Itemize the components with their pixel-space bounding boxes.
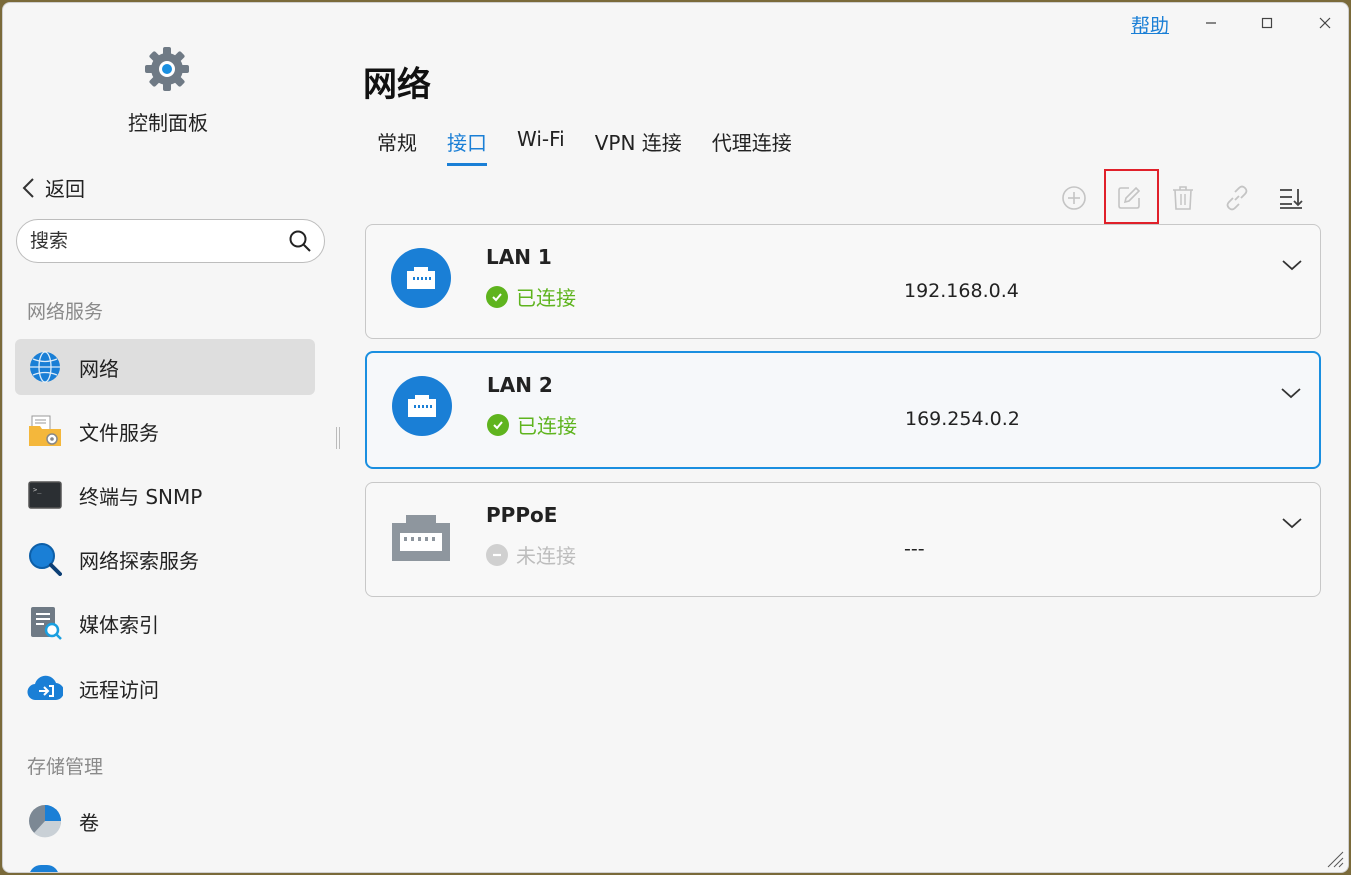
tab-interface[interactable]: 接口 <box>447 127 487 166</box>
volume-pie-icon <box>27 803 63 839</box>
interface-status-label: 已连接 <box>516 286 576 310</box>
chevron-down-icon[interactable] <box>1279 381 1303 405</box>
svg-text:>_: >_ <box>33 486 42 494</box>
resize-grip-icon[interactable] <box>1326 850 1344 868</box>
interface-name: PPPoE <box>486 503 558 527</box>
section-label-network-services: 网络服务 <box>27 301 104 323</box>
minus-circle-icon <box>486 543 508 566</box>
sidebar-item-network-discovery[interactable]: 网络探索服务 <box>15 531 315 587</box>
interface-ip: --- <box>904 538 925 560</box>
sidebar-item-label: 终端与 SNMP <box>79 484 203 509</box>
minimize-icon <box>1206 22 1216 24</box>
sort-icon <box>1280 189 1303 209</box>
sidebar-item-volume[interactable]: 卷 <box>15 793 315 849</box>
sidebar-item-network[interactable]: 网络 <box>15 339 315 395</box>
sidebar: 控制面板 返回 网络服务 网络 文件服务 >_ 终端与 SNMP <box>3 3 338 872</box>
interface-ip: 192.168.0.4 <box>904 280 1019 302</box>
link-icon <box>1226 185 1248 211</box>
interface-status-label: 未连接 <box>516 544 576 568</box>
page-title: 网络 <box>363 65 431 105</box>
ethernet-port-icon <box>391 248 451 308</box>
tab-general[interactable]: 常规 <box>377 127 417 166</box>
folder-icon <box>27 413 63 449</box>
sidebar-item-label: 文件服务 <box>79 420 159 445</box>
terminal-icon: >_ <box>27 477 63 513</box>
control-panel-window: 帮助 控制面板 返回 搜索 网络服务 网络 文件服务 >_ 终端与 SNMP 网… <box>2 2 1349 873</box>
media-index-icon <box>27 605 63 641</box>
close-button[interactable] <box>1305 9 1345 37</box>
maximize-icon <box>1261 17 1273 29</box>
next-item-icon-partial <box>29 865 59 872</box>
search-icon[interactable] <box>288 229 312 253</box>
close-icon <box>1319 17 1331 29</box>
sidebar-splitter[interactable] <box>336 427 340 449</box>
sidebar-item-label: 卷 <box>79 810 99 835</box>
minimize-button[interactable] <box>1191 9 1231 37</box>
gear-icon <box>145 47 189 91</box>
search-box[interactable] <box>16 219 325 263</box>
link-button[interactable] <box>1218 179 1256 217</box>
edit-button-highlight <box>1104 169 1159 224</box>
delete-button[interactable] <box>1164 179 1202 217</box>
sidebar-item-remote-access[interactable]: 远程访问 <box>15 660 315 716</box>
maximize-button[interactable] <box>1247 9 1287 37</box>
interface-status: 已连接 <box>486 282 576 311</box>
interface-card-lan2[interactable]: LAN 2 已连接 169.254.0.2 <box>365 351 1321 469</box>
chevron-down-icon[interactable] <box>1280 253 1304 277</box>
sidebar-item-label: 网络 <box>79 356 119 381</box>
delete-icon <box>1173 186 1193 210</box>
check-circle-icon <box>486 285 508 308</box>
chevron-down-icon[interactable] <box>1280 511 1304 535</box>
back-label: 返回 <box>45 177 85 201</box>
cloud-access-icon <box>27 670 63 706</box>
tab-proxy[interactable]: 代理连接 <box>712 127 792 166</box>
tab-wifi[interactable]: Wi-Fi <box>517 127 565 166</box>
interface-name: LAN 1 <box>486 245 552 269</box>
interface-status: 已连接 <box>487 410 577 439</box>
sidebar-item-media-index[interactable]: 媒体索引 <box>15 595 315 651</box>
section-label-storage-management: 存储管理 <box>27 756 104 778</box>
sidebar-item-file-services[interactable]: 文件服务 <box>15 403 315 459</box>
sidebar-item-label: 网络探索服务 <box>79 548 199 573</box>
globe-icon <box>27 349 63 385</box>
app-title: 控制面板 <box>128 111 208 135</box>
back-button[interactable]: 返回 <box>21 173 85 202</box>
interface-ip: 169.254.0.2 <box>905 408 1020 430</box>
tab-vpn[interactable]: VPN 连接 <box>595 127 682 166</box>
interface-card-pppoe[interactable]: PPPoE 未连接 --- <box>365 482 1321 597</box>
ethernet-port-icon <box>392 376 452 436</box>
sidebar-item-terminal-snmp[interactable]: >_ 终端与 SNMP <box>15 467 315 523</box>
chevron-left-icon <box>22 177 34 198</box>
interface-status-label: 已连接 <box>517 414 577 438</box>
search-discovery-icon <box>27 541 63 577</box>
check-circle-icon <box>487 413 509 436</box>
search-input[interactable] <box>30 230 288 252</box>
help-link[interactable]: 帮助 <box>1131 11 1169 38</box>
add-icon <box>1062 186 1086 210</box>
interface-name: LAN 2 <box>487 373 553 397</box>
ethernet-port-icon <box>392 515 450 561</box>
sidebar-item-label: 远程访问 <box>79 677 159 702</box>
add-button[interactable] <box>1055 179 1093 217</box>
sort-button[interactable] <box>1272 179 1310 217</box>
tab-bar: 常规 接口 Wi-Fi VPN 连接 代理连接 <box>377 127 822 166</box>
interface-card-lan1[interactable]: LAN 1 已连接 192.168.0.4 <box>365 224 1321 339</box>
sidebar-item-label: 媒体索引 <box>79 612 159 637</box>
interface-status: 未连接 <box>486 540 576 569</box>
